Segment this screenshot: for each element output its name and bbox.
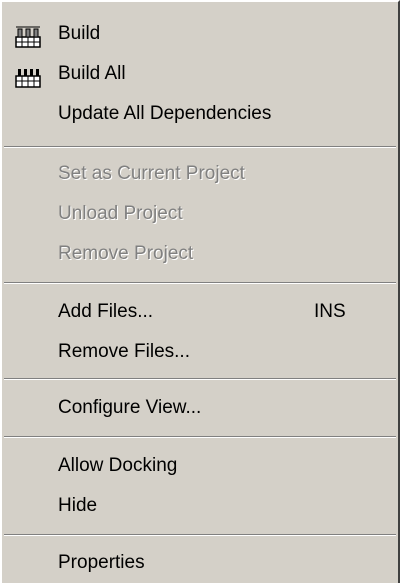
- context-menu: Build Build All Update All Dependencies …: [0, 0, 400, 583]
- menu-item-label: Properties: [58, 552, 145, 573]
- menu-item-allow-docking[interactable]: Allow Docking: [2, 446, 398, 486]
- menu-item-set-as-current-project: Set as Current Project: [2, 154, 398, 194]
- menu-item-remove-files[interactable]: Remove Files...: [2, 332, 398, 372]
- menu-item-label: Update All Dependencies: [58, 103, 272, 124]
- menu-item-hide[interactable]: Hide: [2, 486, 398, 526]
- menu-separator: [4, 534, 396, 536]
- menu-separator: [4, 146, 396, 148]
- build-icon: [15, 23, 41, 48]
- menu-separator: [4, 378, 396, 380]
- menu-item-add-files[interactable]: Add Files... INS: [2, 292, 398, 332]
- menu-item-label: Hide: [58, 495, 98, 516]
- menu-item-label: Set as Current Project: [58, 163, 245, 184]
- menu-item-build[interactable]: Build: [2, 14, 398, 54]
- menu-item-label: Build All: [58, 63, 126, 84]
- build-all-icon: [15, 63, 41, 88]
- menu-item-label: Allow Docking: [58, 455, 178, 476]
- menu-item-label: Build: [58, 23, 101, 44]
- menu-item-label: Remove Project: [58, 243, 194, 264]
- menu-item-remove-project: Remove Project: [2, 234, 398, 274]
- menu-item-label: Add Files...: [58, 301, 154, 322]
- menu-item-unload-project: Unload Project: [2, 194, 398, 234]
- menu-separator: [4, 282, 396, 284]
- menu-separator: [4, 436, 396, 438]
- menu-item-properties[interactable]: Properties: [2, 543, 398, 583]
- menu-item-shortcut: INS: [314, 301, 346, 322]
- menu-item-configure-view[interactable]: Configure View...: [2, 388, 398, 428]
- menu-item-update-all-dependencies[interactable]: Update All Dependencies: [2, 94, 398, 134]
- menu-item-build-all[interactable]: Build All: [2, 54, 398, 94]
- menu-item-label: Unload Project: [58, 203, 183, 224]
- menu-item-label: Remove Files...: [58, 341, 190, 362]
- menu-item-label: Configure View...: [58, 397, 202, 418]
